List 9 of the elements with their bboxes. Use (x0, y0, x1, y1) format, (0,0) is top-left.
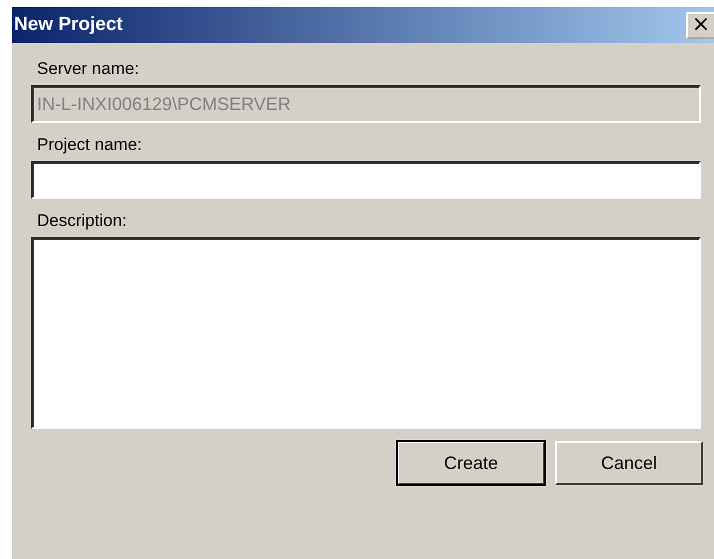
field-label: Description: (36, 210, 128, 232)
input-field[interactable] (31, 161, 701, 199)
field-label: Project name: (36, 134, 143, 156)
dialog-button[interactable]: Cancel (555, 441, 703, 485)
close-button[interactable]: × (686, 12, 714, 38)
dialog-button[interactable]: Create (397, 441, 545, 485)
field-label: Server name: (36, 58, 140, 80)
window-title: New Project (14, 14, 123, 36)
description-field[interactable] (31, 237, 701, 429)
